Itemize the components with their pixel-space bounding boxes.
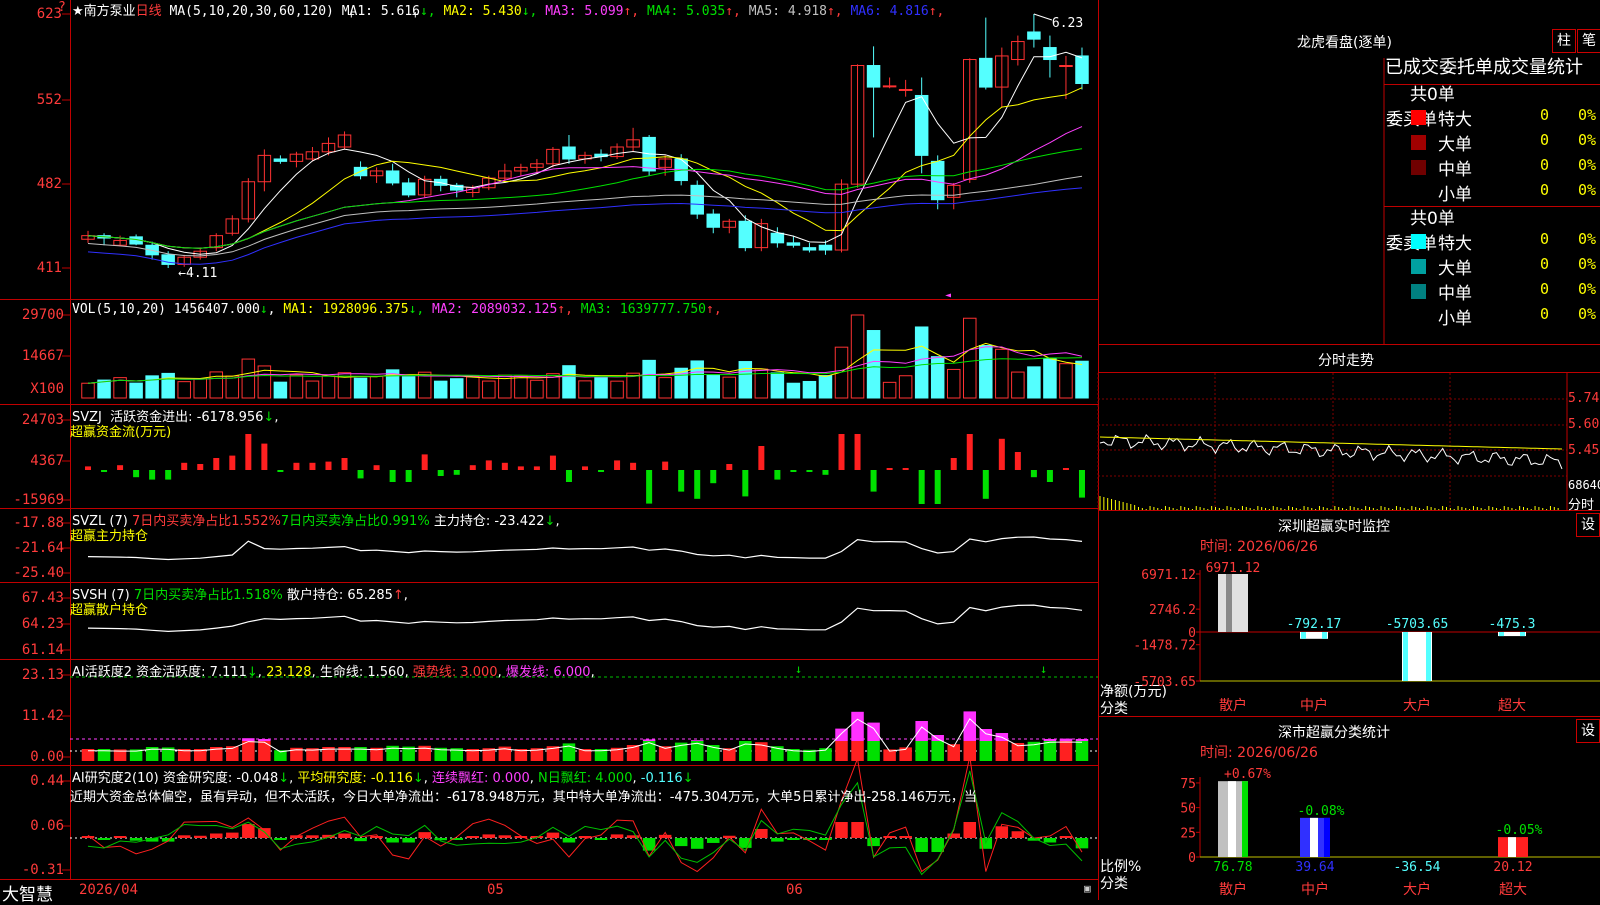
classify-bar-value: -36.54 [1394,860,1441,875]
classify-category: 超大 [1499,882,1527,898]
classify-bar-pct: -0.05% [1496,823,1543,838]
classify-bar-pct: +0.67% [1224,767,1271,782]
classify-y-tick: 50 [1180,802,1196,817]
classify-bar-value: 76.78 [1213,860,1252,875]
classify-bar-edge [1242,781,1248,857]
classify-y-tick: 25 [1180,826,1196,841]
classify-y-tick: 75 [1180,777,1196,792]
classify-bar-value: 39.64 [1295,860,1334,875]
classify-bar-shade [1310,817,1318,857]
classify-bar-value: 20.12 [1493,860,1532,875]
classify-y-tick: 0 [1188,851,1196,866]
classify-bar-edge [1324,817,1330,857]
classify-bar-pct: -0.08% [1298,804,1345,819]
classify: 75 50 25 0 +0.67% 76.78 散户 -0.08% 39.64 中户 -36.54 大… [1180,767,1600,898]
classify-bar-shade [1228,781,1236,857]
classify-chart: 75 50 25 0 +0.67% 76.78 散户 -0.08% 39.64 中户 -36.54 大… [1180,767,1600,898]
classify-category: 散户 [1219,881,1247,898]
classify-bar-shade [1508,837,1516,857]
classify-bar-edge [1522,837,1528,857]
classify-category: 中户 [1301,881,1329,898]
classify-category: 大户 [1403,881,1431,898]
